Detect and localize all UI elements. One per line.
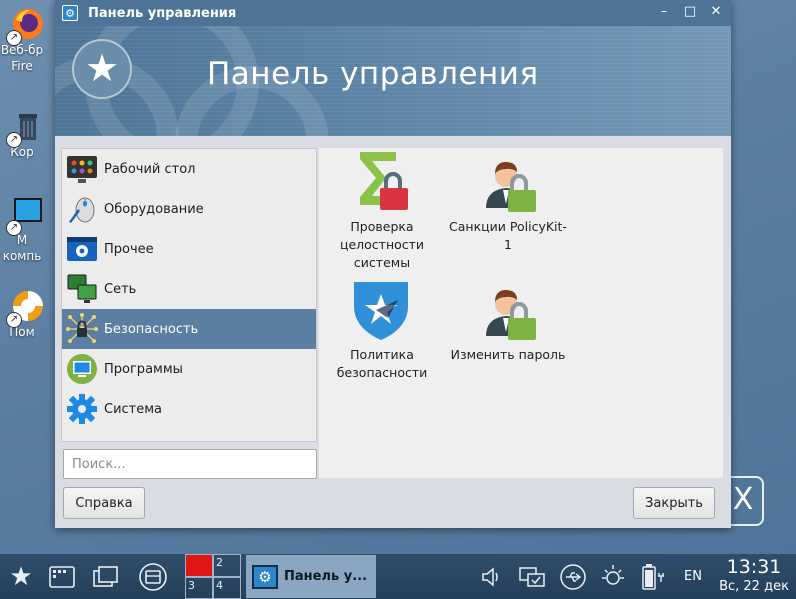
close-button[interactable]: Закрыть (633, 487, 715, 519)
sidebar-item-label: Прочее (104, 241, 154, 257)
volume-button[interactable] (476, 554, 506, 599)
sidebar-item-label: Оборудование (104, 201, 204, 217)
sidebar-item-programs[interactable]: Программы (62, 349, 316, 389)
integrity-check-icon (350, 150, 414, 214)
minimize-button[interactable]: – (657, 4, 671, 20)
desktop-icon-firefox[interactable]: ↗ Веб-бр Fire (0, 6, 56, 74)
start-menu-button[interactable]: ★ (2, 554, 40, 599)
desktop-icon-computer[interactable]: ↗ М компь (0, 196, 56, 264)
help-lifebuoy-icon: ↗ (6, 288, 46, 328)
applet-policykit[interactable]: Санкции PolicyKit-1 (448, 150, 568, 254)
applet-security-policy[interactable]: Политика безопасности (322, 278, 442, 382)
applet-panel: Проверка целостности системы Санкции Pol… (319, 148, 723, 478)
sidebar-item-hardware[interactable]: Оборудование (62, 189, 316, 229)
star-menu-icon: ★ (9, 561, 33, 592)
sidebar-item-other[interactable]: Прочее (62, 229, 316, 269)
clock-date: Вс, 22 дек (719, 579, 789, 594)
applet-change-password[interactable]: Изменить пароль (448, 278, 568, 364)
launcher-menu-button[interactable] (44, 554, 80, 599)
clock[interactable]: 13:31 Вс, 22 дек (716, 556, 792, 596)
desktop-icon-trash[interactable]: ↗ Кор (0, 108, 56, 160)
applet-label: Санкции PolicyKit-1 (449, 219, 567, 252)
brightness-button[interactable] (596, 554, 630, 599)
sidebar-item-label: Программы (104, 361, 183, 377)
applet-label: системы (353, 255, 411, 270)
control-panel-app-icon: ⚙ (62, 5, 78, 21)
brightness-icon (602, 564, 624, 585)
workspace-3[interactable]: 3 (185, 576, 213, 599)
system-gear-icon (66, 393, 98, 425)
applet-label: Политика (350, 347, 414, 362)
applet-label: целостности (339, 237, 425, 252)
desktop-icon-label: Fire (11, 59, 33, 73)
screen-button[interactable] (514, 554, 550, 599)
volume-icon (482, 566, 498, 587)
control-panel-app-icon: ⚙ (252, 564, 278, 589)
show-windows-button[interactable] (88, 554, 124, 599)
power-button[interactable] (636, 554, 670, 599)
firefox-icon: ↗ (6, 6, 46, 46)
workspace-4[interactable]: 4 (213, 576, 241, 599)
policykit-user-lock-icon (476, 150, 540, 214)
desktop-icon-label: компь (2, 249, 42, 263)
help-button[interactable]: Справка (63, 487, 145, 519)
close-window-button[interactable]: ✕ (709, 4, 723, 20)
sidebar-item-label: Рабочий стол (104, 161, 196, 177)
sidebar-item-security[interactable]: Безопасность (62, 309, 316, 349)
applet-label: Изменить пароль (450, 347, 566, 362)
desktop-icon (66, 153, 98, 185)
task-label: Панель у... (284, 569, 368, 584)
sidebar-item-system[interactable]: Система (62, 389, 316, 429)
trash-icon: ↗ (6, 108, 46, 148)
banner-title: Панель управления (207, 56, 539, 92)
workspace-pager: 1 2 3 4 (185, 554, 241, 599)
taskbar-task-control-panel[interactable]: ⚙ Панель у... (246, 555, 376, 598)
maximize-button[interactable]: □ (683, 4, 697, 20)
header-banner: ★ Панель управления (55, 26, 731, 136)
battery-plug-icon (642, 563, 664, 590)
file-manager-icon (139, 562, 167, 591)
usb-button[interactable] (556, 554, 590, 599)
category-sidebar: Рабочий стол Оборудование Прочее Сеть Бе… (61, 148, 317, 442)
change-password-user-lock-icon (476, 278, 540, 342)
window-titlebar[interactable]: ⚙ Панель управления – □ ✕ (55, 0, 731, 26)
hardware-mouse-icon (66, 193, 98, 225)
security-policy-shield-icon (350, 278, 414, 342)
usb-icon (560, 563, 586, 590)
programs-icon (66, 353, 98, 385)
clock-time: 13:31 (726, 556, 782, 578)
sidebar-item-label: Сеть (104, 281, 137, 297)
app-menu-icon (49, 565, 75, 588)
sidebar-item-label: Система (104, 401, 163, 417)
other-settings-icon (66, 233, 98, 265)
sidebar-item-network[interactable]: Сеть (62, 269, 316, 309)
desktop-icon-help[interactable]: ↗ Пом (0, 288, 56, 340)
applet-integrity-check[interactable]: Проверка целостности системы (322, 150, 442, 272)
taskbar: ★ 1 2 3 4 ⚙ Панель у... EN 13:31 Вс, 22 … (0, 554, 796, 599)
file-manager-button[interactable] (134, 554, 172, 599)
search-input[interactable] (63, 449, 317, 479)
window-title: Панель управления (88, 5, 237, 21)
sidebar-item-label: Безопасность (104, 321, 199, 337)
sidebar-item-desktop[interactable]: Рабочий стол (62, 149, 316, 189)
applet-label: безопасности (336, 365, 428, 380)
display-check-icon (519, 566, 545, 587)
workspace-1[interactable]: 1 (185, 554, 213, 577)
control-panel-window: ⚙ Панель управления – □ ✕ ★ Панель управ… (55, 0, 731, 528)
security-icon (66, 313, 98, 345)
applet-label: Проверка (350, 219, 414, 234)
workspace-2[interactable]: 2 (213, 554, 241, 577)
windows-icon (93, 565, 118, 587)
star-logo-icon: ★ (72, 39, 132, 99)
computer-icon: ↗ (6, 196, 46, 236)
network-icon (66, 273, 98, 305)
language-indicator[interactable]: EN (684, 554, 702, 599)
